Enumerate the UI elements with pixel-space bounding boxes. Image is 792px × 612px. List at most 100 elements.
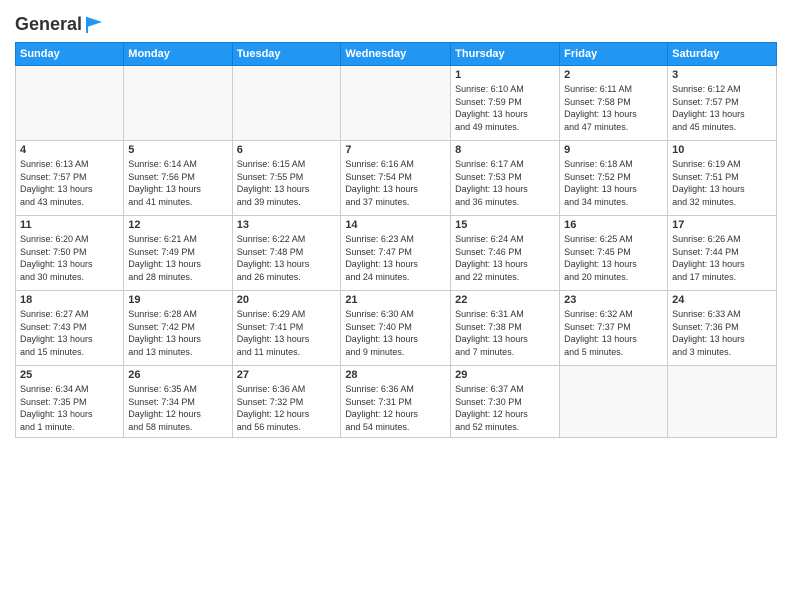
day-number: 24 [672, 294, 772, 306]
day-info: Sunrise: 6:36 AM Sunset: 7:31 PM Dayligh… [345, 383, 446, 433]
calendar-cell: 23 Sunrise: 6:32 AM Sunset: 7:37 PM Dayli… [560, 291, 668, 366]
day-info: Sunrise: 6:14 AM Sunset: 7:56 PM Dayligh… [128, 158, 227, 208]
calendar-header-wednesday: Wednesday [341, 43, 451, 66]
day-info: Sunrise: 6:20 AM Sunset: 7:50 PM Dayligh… [20, 233, 119, 283]
day-info: Sunrise: 6:30 AM Sunset: 7:40 PM Dayligh… [345, 308, 446, 358]
day-info: Sunrise: 6:15 AM Sunset: 7:55 PM Dayligh… [237, 158, 337, 208]
day-info: Sunrise: 6:27 AM Sunset: 7:43 PM Dayligh… [20, 308, 119, 358]
calendar-cell: 7 Sunrise: 6:16 AM Sunset: 7:54 PM Daylig… [341, 141, 451, 216]
calendar-cell [232, 66, 341, 141]
day-info: Sunrise: 6:10 AM Sunset: 7:59 PM Dayligh… [455, 83, 555, 133]
day-number: 3 [672, 69, 772, 81]
day-number: 4 [20, 144, 119, 156]
day-info: Sunrise: 6:16 AM Sunset: 7:54 PM Dayligh… [345, 158, 446, 208]
page: General SundayMondayTuesdayWednesdayThur… [0, 0, 792, 612]
calendar-header-thursday: Thursday [451, 43, 560, 66]
calendar-cell: 24 Sunrise: 6:33 AM Sunset: 7:36 PM Dayli… [668, 291, 777, 366]
calendar-cell: 22 Sunrise: 6:31 AM Sunset: 7:38 PM Dayli… [451, 291, 560, 366]
day-info: Sunrise: 6:13 AM Sunset: 7:57 PM Dayligh… [20, 158, 119, 208]
calendar-header-friday: Friday [560, 43, 668, 66]
day-info: Sunrise: 6:33 AM Sunset: 7:36 PM Dayligh… [672, 308, 772, 358]
calendar-cell: 8Sunrise: 6:17 AM Sunset: 7:53 PM Daylig… [451, 141, 560, 216]
logo-flag-icon [84, 14, 106, 36]
day-info: Sunrise: 6:12 AM Sunset: 7:57 PM Dayligh… [672, 83, 772, 133]
day-info: Sunrise: 6:19 AM Sunset: 7:51 PM Dayligh… [672, 158, 772, 208]
logo: General [15, 14, 132, 36]
calendar-week-2: 4 Sunrise: 6:13 AM Sunset: 7:57 PM Daylig… [16, 141, 777, 216]
day-number: 16 [564, 219, 663, 231]
calendar-cell: 18 Sunrise: 6:27 AM Sunset: 7:43 PM Dayli… [16, 291, 124, 366]
calendar-cell: 6 Sunrise: 6:15 AM Sunset: 7:55 PM Daylig… [232, 141, 341, 216]
day-info: Sunrise: 6:34 AM Sunset: 7:35 PM Dayligh… [20, 383, 119, 433]
calendar-cell [341, 66, 451, 141]
calendar-cell: 3 Sunrise: 6:12 AM Sunset: 7:57 PM Daylig… [668, 66, 777, 141]
calendar-cell: 11 Sunrise: 6:20 AM Sunset: 7:50 PM Dayli… [16, 216, 124, 291]
day-number: 19 [128, 294, 227, 306]
day-number: 18 [20, 294, 119, 306]
day-number: 17 [672, 219, 772, 231]
calendar-cell: 2 Sunrise: 6:11 AM Sunset: 7:58 PM Daylig… [560, 66, 668, 141]
day-number: 2 [564, 69, 663, 81]
calendar-cell: 16 Sunrise: 6:25 AM Sunset: 7:45 PM Dayli… [560, 216, 668, 291]
day-number: 5 [128, 144, 227, 156]
calendar-cell: 9 Sunrise: 6:18 AM Sunset: 7:52 PM Daylig… [560, 141, 668, 216]
calendar-cell: 27Sunrise: 6:36 AM Sunset: 7:32 PM Dayli… [232, 366, 341, 437]
day-number: 20 [237, 294, 337, 306]
calendar-table: SundayMondayTuesdayWednesdayThursdayFrid… [15, 42, 777, 437]
calendar-header-tuesday: Tuesday [232, 43, 341, 66]
day-number: 21 [345, 294, 446, 306]
day-info: Sunrise: 6:28 AM Sunset: 7:42 PM Dayligh… [128, 308, 227, 358]
calendar-cell: 13 Sunrise: 6:22 AM Sunset: 7:48 PM Dayli… [232, 216, 341, 291]
day-number: 11 [20, 219, 119, 231]
calendar-cell: 19 Sunrise: 6:28 AM Sunset: 7:42 PM Dayli… [124, 291, 232, 366]
day-number: 14 [345, 219, 446, 231]
day-info: Sunrise: 6:32 AM Sunset: 7:37 PM Dayligh… [564, 308, 663, 358]
day-number: 12 [128, 219, 227, 231]
calendar-header-sunday: Sunday [16, 43, 124, 66]
day-number: 10 [672, 144, 772, 156]
day-number: 26 [128, 369, 227, 381]
calendar-header-saturday: Saturday [668, 43, 777, 66]
calendar-cell [124, 66, 232, 141]
calendar-cell: 29Sunrise: 6:37 AM Sunset: 7:30 PM Dayli… [451, 366, 560, 437]
calendar-cell: 26Sunrise: 6:35 AM Sunset: 7:34 PM Dayli… [124, 366, 232, 437]
day-number: 25 [20, 369, 119, 381]
day-number: 22 [455, 294, 555, 306]
day-number: 15 [455, 219, 555, 231]
day-number: 9 [564, 144, 663, 156]
day-number: 7 [345, 144, 446, 156]
day-info: Sunrise: 6:29 AM Sunset: 7:41 PM Dayligh… [237, 308, 337, 358]
day-info: Sunrise: 6:25 AM Sunset: 7:45 PM Dayligh… [564, 233, 663, 283]
day-info: Sunrise: 6:11 AM Sunset: 7:58 PM Dayligh… [564, 83, 663, 133]
calendar-cell: 1 Sunrise: 6:10 AM Sunset: 7:59 PM Daylig… [451, 66, 560, 141]
day-number: 23 [564, 294, 663, 306]
calendar-cell: 21 Sunrise: 6:30 AM Sunset: 7:40 PM Dayli… [341, 291, 451, 366]
calendar-header-row: SundayMondayTuesdayWednesdayThursdayFrid… [16, 43, 777, 66]
day-info: Sunrise: 6:21 AM Sunset: 7:49 PM Dayligh… [128, 233, 227, 283]
calendar-cell: 12 Sunrise: 6:21 AM Sunset: 7:49 PM Dayli… [124, 216, 232, 291]
calendar-cell: 28Sunrise: 6:36 AM Sunset: 7:31 PM Dayli… [341, 366, 451, 437]
calendar-cell: 14 Sunrise: 6:23 AM Sunset: 7:47 PM Dayli… [341, 216, 451, 291]
calendar-cell: 25 Sunrise: 6:34 AM Sunset: 7:35 PM Dayli… [16, 366, 124, 437]
day-info: Sunrise: 6:24 AM Sunset: 7:46 PM Dayligh… [455, 233, 555, 283]
day-info: Sunrise: 6:22 AM Sunset: 7:48 PM Dayligh… [237, 233, 337, 283]
day-number: 29 [455, 369, 555, 381]
day-info: Sunrise: 6:31 AM Sunset: 7:38 PM Dayligh… [455, 308, 555, 358]
calendar-cell: 15 Sunrise: 6:24 AM Sunset: 7:46 PM Dayli… [451, 216, 560, 291]
calendar-cell: 17 Sunrise: 6:26 AM Sunset: 7:44 PM Dayli… [668, 216, 777, 291]
day-info: Sunrise: 6:26 AM Sunset: 7:44 PM Dayligh… [672, 233, 772, 283]
day-info: Sunrise: 6:23 AM Sunset: 7:47 PM Dayligh… [345, 233, 446, 283]
day-number: 13 [237, 219, 337, 231]
calendar-week-4: 18 Sunrise: 6:27 AM Sunset: 7:43 PM Dayli… [16, 291, 777, 366]
day-info: Sunrise: 6:18 AM Sunset: 7:52 PM Dayligh… [564, 158, 663, 208]
day-number: 1 [455, 69, 555, 81]
calendar-cell [16, 66, 124, 141]
calendar-week-1: 1 Sunrise: 6:10 AM Sunset: 7:59 PM Daylig… [16, 66, 777, 141]
calendar-cell: 4 Sunrise: 6:13 AM Sunset: 7:57 PM Daylig… [16, 141, 124, 216]
calendar-cell: 10 Sunrise: 6:19 AM Sunset: 7:51 PM Dayli… [668, 141, 777, 216]
calendar-cell [668, 366, 777, 437]
day-number: 8 [455, 144, 555, 156]
day-number: 6 [237, 144, 337, 156]
day-info: Sunrise: 6:36 AM Sunset: 7:32 PM Dayligh… [237, 383, 337, 433]
calendar-week-5: 25 Sunrise: 6:34 AM Sunset: 7:35 PM Dayli… [16, 366, 777, 437]
